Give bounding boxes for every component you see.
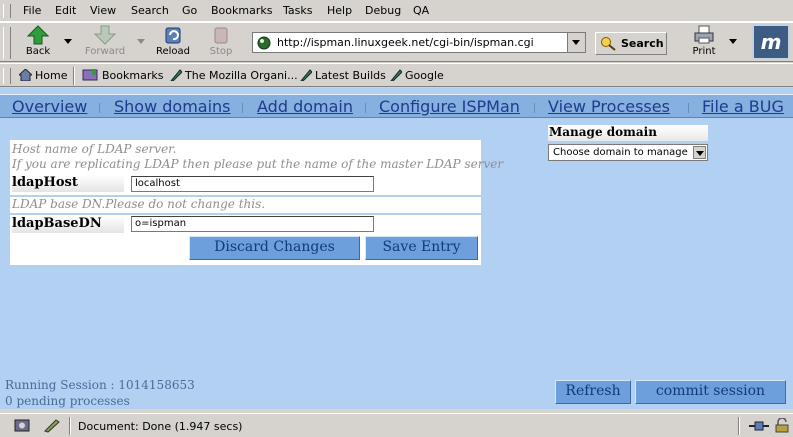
bookmarks-label: Bookmarks (102, 69, 164, 82)
home-label: Home (35, 69, 68, 82)
domain-select-value: Choose domain to manage (553, 147, 688, 158)
bookmark-google-label: Google (405, 69, 444, 82)
print-button[interactable]: Print (688, 25, 720, 57)
toolbar-grip[interactable] (3, 27, 11, 59)
refresh-button[interactable]: Refresh (555, 380, 631, 404)
mozilla-logo[interactable]: m (752, 24, 790, 60)
navigation-toolbar: Back Forward Reload Stop http://ispman.l… (0, 22, 793, 62)
url-history-dropdown[interactable] (567, 33, 585, 52)
back-arrow-icon (27, 25, 49, 45)
discard-changes-button[interactable]: Discard Changes (189, 236, 360, 260)
home-icon (19, 69, 32, 81)
back-label: Back (25, 46, 51, 57)
url-text: http://ispman.linuxgeek.net/cgi-bin/ispm… (277, 36, 534, 49)
compose-icon[interactable] (44, 418, 60, 433)
status-separator (69, 417, 71, 435)
ldap-host-label: ldapHost (12, 175, 124, 192)
bookmarks-icon (82, 69, 98, 81)
bookmark-latest-builds[interactable]: Latest Builds (299, 69, 386, 82)
form-row-divider (10, 213, 481, 215)
nav-separator (365, 103, 366, 113)
menu-go[interactable]: Go (182, 4, 197, 17)
nav-view-processes[interactable]: View Processes (548, 97, 670, 116)
personal-toolbar: Home Bookmarks The Mozilla Organi... Lat… (0, 63, 793, 87)
bookmark-icon (390, 69, 402, 81)
search-button[interactable]: Search (595, 32, 667, 55)
bookmark-icon (170, 69, 182, 81)
toolbar-separator (73, 67, 75, 85)
online-status-icon[interactable] (748, 418, 770, 433)
nav-file-a-bug[interactable]: File a BUG (702, 97, 784, 116)
pending-processes-text: 0 pending processes (5, 394, 130, 408)
running-session-text: Running Session : 1014158653 (5, 378, 195, 392)
bookmark-mozilla-org[interactable]: The Mozilla Organi... (169, 69, 298, 82)
host-help-line-2: If you are replicating LDAP then please … (12, 157, 504, 171)
forward-arrow-icon (94, 25, 116, 45)
ldap-config-form: Host name of LDAP server. If you are rep… (10, 140, 503, 265)
forward-button[interactable]: Forward (82, 25, 128, 57)
personal-toolbar-grip[interactable] (3, 68, 11, 84)
menu-file[interactable]: File (23, 4, 41, 17)
url-bar[interactable]: http://ispman.linuxgeek.net/cgi-bin/ispm… (252, 32, 586, 53)
printer-icon (694, 25, 714, 44)
bookmark-google[interactable]: Google (389, 69, 444, 82)
forward-label: Forward (84, 46, 126, 57)
menu-help[interactable]: Help (327, 4, 352, 17)
bookmark-mozilla-org-label: The Mozilla Organi... (185, 69, 298, 82)
menu-bookmarks[interactable]: Bookmarks (211, 4, 272, 17)
menu-qa[interactable]: QA (413, 4, 429, 17)
page-content: Overview Show domains Add domain Configu… (0, 88, 793, 409)
commit-session-button[interactable]: commit session (635, 380, 786, 404)
domain-select[interactable]: Choose domain to manage (548, 144, 708, 161)
menu-view[interactable]: View (90, 4, 116, 17)
basedn-help-line: LDAP base DN.Please do not change this. (12, 197, 266, 211)
bookmark-latest-builds-label: Latest Builds (315, 69, 386, 82)
security-lock-icon[interactable] (774, 418, 790, 433)
reload-label: Reload (155, 46, 191, 57)
search-label: Search (621, 37, 664, 50)
site-icon (257, 36, 271, 50)
status-separator (738, 417, 740, 435)
nav-separator (534, 103, 535, 113)
menu-debug[interactable]: Debug (365, 4, 401, 17)
manage-domain-title: Manage domain (548, 125, 708, 141)
nav-separator (242, 103, 243, 113)
print-label: Print (692, 46, 716, 57)
back-button[interactable]: Back (20, 25, 56, 57)
ldap-basedn-input[interactable]: o=ispman (131, 216, 374, 232)
menubar-grip[interactable] (3, 4, 11, 18)
ldap-basedn-label: ldapBaseDN (12, 216, 124, 233)
nav-separator (688, 103, 689, 113)
manage-domain-panel: Manage domain Choose domain to manage (548, 125, 708, 161)
ldap-host-input[interactable]: localhost (131, 176, 374, 192)
nav-configure-ispman[interactable]: Configure ISPMan (379, 97, 520, 116)
home-button[interactable]: Home (19, 69, 67, 82)
status-bar: Document: Done (1.947 secs) (0, 413, 793, 437)
nav-overview[interactable]: Overview (12, 97, 87, 116)
stop-icon (214, 27, 228, 44)
bookmarks-button[interactable]: Bookmarks (82, 69, 163, 82)
chevron-down-icon[interactable] (693, 146, 706, 159)
print-options-dropdown[interactable] (729, 39, 737, 44)
stop-button[interactable]: Stop (205, 25, 237, 57)
nav-show-domains[interactable]: Show domains (114, 97, 231, 116)
nav-separator (99, 103, 100, 113)
reload-button[interactable]: Reload (154, 25, 192, 57)
menu-edit[interactable]: Edit (55, 4, 76, 17)
reload-icon (165, 27, 181, 44)
menu-tasks[interactable]: Tasks (283, 4, 312, 17)
save-entry-button[interactable]: Save Entry (365, 236, 478, 260)
component-bar-icon[interactable] (14, 418, 30, 433)
search-icon (601, 37, 616, 51)
status-text: Document: Done (1.947 secs) (78, 420, 243, 433)
host-help-line-1: Host name of LDAP server. (12, 142, 177, 156)
menu-search[interactable]: Search (131, 4, 169, 17)
back-history-dropdown[interactable] (64, 39, 72, 44)
ispman-top-navigation: Overview Show domains Add domain Configu… (0, 94, 793, 118)
bookmark-icon (300, 69, 312, 81)
forward-history-dropdown[interactable] (137, 39, 145, 44)
nav-add-domain[interactable]: Add domain (257, 97, 353, 116)
menu-bar: File Edit View Search Go Bookmarks Tasks… (0, 0, 793, 22)
stop-label: Stop (209, 46, 233, 57)
